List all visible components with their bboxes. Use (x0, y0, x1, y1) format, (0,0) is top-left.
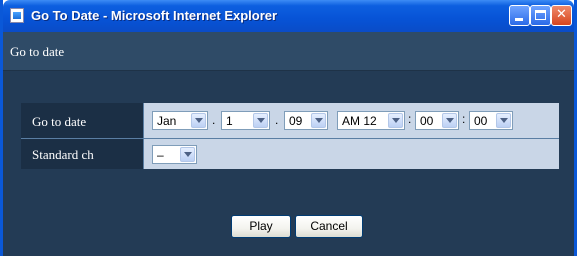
dialog-content: Go to date Jan . 1 . 09 AM 12: 00: 00 … (3, 71, 574, 256)
chevron-down-icon[interactable] (496, 113, 511, 128)
title-bar[interactable]: Go To Date - Microsoft Internet Explorer… (3, 0, 574, 32)
chevron-down-icon[interactable] (442, 113, 457, 128)
maximize-icon (535, 10, 546, 20)
maximize-button[interactable] (530, 5, 551, 26)
standard-ch-label: Standard ch (32, 147, 94, 162)
date-separator: . (275, 113, 279, 127)
go-to-date-row: Go to date Jan . 1 . 09 AM 12: 00: 00 (21, 103, 559, 139)
minute-value: 00 (420, 114, 434, 128)
ie-page-icon (10, 8, 24, 23)
standard-ch-value: – (157, 148, 164, 162)
close-icon: ✕ (556, 7, 567, 22)
browser-window: Go To Date - Microsoft Internet Explorer… (0, 0, 577, 256)
chevron-down-icon[interactable] (253, 113, 268, 128)
day-select[interactable]: 1 (221, 111, 270, 130)
window-title: Go To Date - Microsoft Internet Explorer (31, 8, 278, 23)
month-value: Jan (157, 114, 177, 128)
time-separator: : (408, 112, 412, 126)
day-value: 1 (226, 114, 233, 128)
standard-ch-value-cell: – (144, 139, 559, 169)
chevron-down-icon[interactable] (388, 113, 403, 128)
minimize-icon (515, 18, 523, 21)
page-title: Go to date (10, 44, 65, 59)
go-to-date-label: Go to date (32, 114, 87, 129)
year-select[interactable]: 09 (284, 111, 328, 130)
second-value: 00 (474, 114, 488, 128)
standard-ch-label-cell: Standard ch (21, 139, 144, 169)
month-select[interactable]: Jan (152, 111, 208, 130)
standard-ch-select[interactable]: – (152, 145, 197, 164)
hour-select[interactable]: AM 12 (337, 111, 405, 130)
chevron-down-icon[interactable] (311, 113, 326, 128)
standard-ch-row: Standard ch – (21, 139, 559, 169)
close-button[interactable]: ✕ (551, 5, 572, 26)
second-select[interactable]: 00 (469, 111, 513, 130)
chevron-down-icon[interactable] (191, 113, 206, 128)
minute-select[interactable]: 00 (415, 111, 459, 130)
play-button[interactable]: Play (231, 215, 291, 238)
year-value: 09 (289, 114, 303, 128)
date-separator: . (212, 113, 216, 127)
go-to-date-label-cell: Go to date (21, 103, 144, 138)
go-to-date-value-cell: Jan . 1 . 09 AM 12: 00: 00 (144, 103, 559, 138)
cancel-button[interactable]: Cancel (295, 215, 363, 238)
hour-value: AM 12 (342, 114, 377, 128)
minimize-button[interactable] (509, 5, 530, 26)
chevron-down-icon[interactable] (180, 147, 195, 162)
time-separator: : (462, 112, 466, 126)
page-header: Go to date (3, 32, 574, 71)
